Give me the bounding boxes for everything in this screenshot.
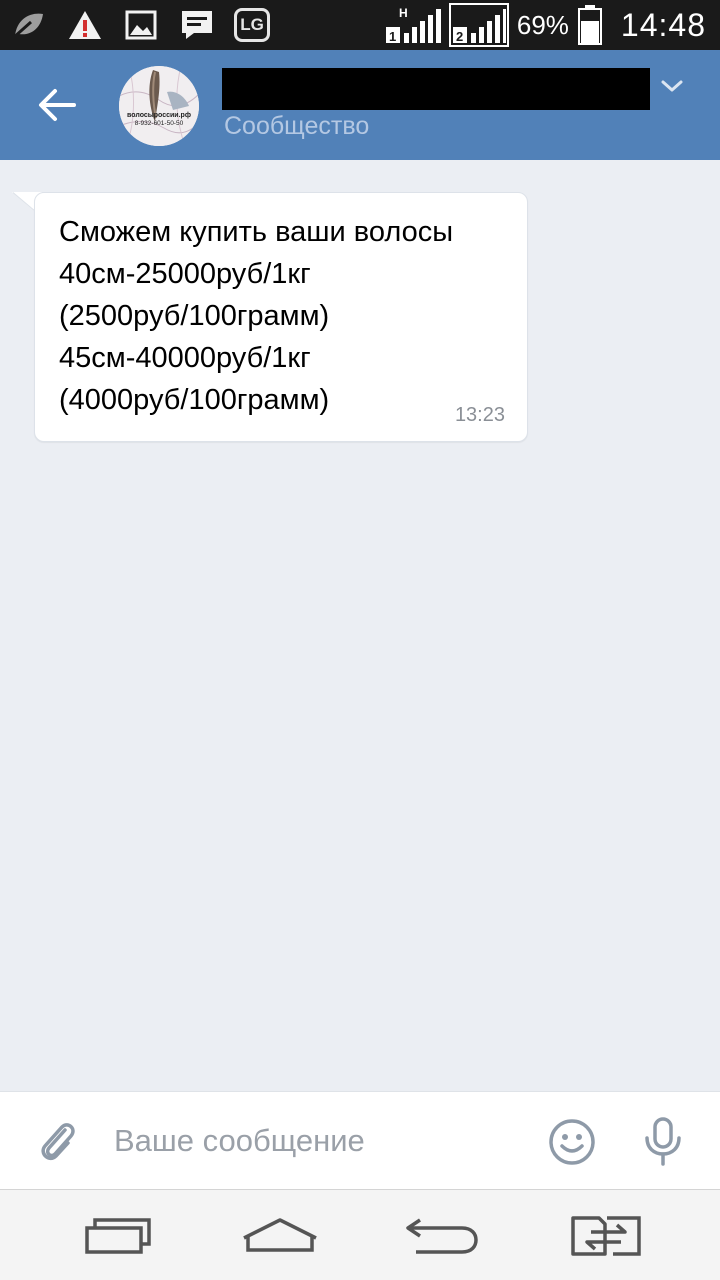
microphone-icon bbox=[645, 1117, 681, 1166]
home-icon bbox=[243, 1218, 317, 1252]
battery-percent: 69% bbox=[516, 9, 569, 40]
lg-icon: LG bbox=[234, 8, 270, 42]
message-composer bbox=[0, 1091, 720, 1189]
community-avatar[interactable]: волосыроссии.рф 8-932-601-50-50 bbox=[119, 66, 199, 146]
smiley-icon bbox=[549, 1119, 595, 1165]
leaf-icon bbox=[10, 7, 48, 43]
message-icon bbox=[178, 7, 216, 43]
chat-subtitle: Сообщество bbox=[224, 112, 370, 140]
voice-message-button[interactable] bbox=[636, 1112, 690, 1170]
message-line: 40см-25000руб/1кг bbox=[59, 258, 311, 290]
status-notifications: LG bbox=[10, 6, 270, 44]
message-line: (2500руб/100грамм) bbox=[59, 300, 330, 332]
network-badge: H bbox=[399, 6, 408, 20]
gallery-icon bbox=[122, 7, 160, 43]
sim2-label: 2 bbox=[456, 29, 463, 44]
sim1-label: 1 bbox=[389, 29, 396, 44]
recents-icon bbox=[85, 1218, 151, 1254]
back-arrow-icon bbox=[39, 89, 76, 121]
dual-window-icon bbox=[571, 1216, 641, 1256]
battery-icon bbox=[577, 5, 603, 45]
message-input[interactable] bbox=[114, 1116, 524, 1166]
back-button[interactable] bbox=[28, 76, 86, 134]
sim1-signal-icon: H 1 bbox=[385, 6, 441, 44]
attach-button[interactable] bbox=[32, 1116, 82, 1166]
message-text: Сможем купить ваши волосы 40см-25000руб/… bbox=[59, 211, 519, 421]
back-nav-button[interactable] bbox=[400, 1208, 484, 1264]
message-line: (4000руб/100грамм) bbox=[59, 384, 330, 416]
message-bubble[interactable]: Сможем купить ваши волосы 40см-25000руб/… bbox=[34, 192, 528, 442]
avatar-site: волосыроссии.рф bbox=[127, 112, 191, 119]
home-button[interactable] bbox=[238, 1208, 322, 1264]
back-nav-icon bbox=[406, 1218, 478, 1254]
avatar-phone: 8-932-601-50-50 bbox=[135, 120, 184, 127]
paperclip-icon bbox=[41, 1123, 75, 1161]
chevron-down-icon[interactable] bbox=[658, 76, 686, 96]
message-line: Сможем купить ваши волосы bbox=[59, 216, 454, 248]
status-system: H 1 2 69% 14:48 bbox=[385, 0, 706, 50]
message-time: 13:23 bbox=[454, 404, 505, 426]
recents-button[interactable] bbox=[76, 1208, 160, 1264]
dual-window-button[interactable] bbox=[564, 1208, 648, 1264]
warning-icon bbox=[66, 7, 104, 43]
clock: 14:48 bbox=[620, 6, 706, 43]
chat-title-redacted[interactable] bbox=[222, 68, 650, 110]
emoji-button[interactable] bbox=[546, 1116, 598, 1168]
system-nav-bar bbox=[0, 1189, 720, 1280]
status-bar: LG H 1 2 69% 14:48 bbox=[0, 0, 720, 50]
message-line: 45см-40000руб/1кг bbox=[59, 342, 311, 374]
sim2-signal-icon: 2 bbox=[448, 3, 509, 47]
chat-header: волосыроссии.рф 8-932-601-50-50 Сообщест… bbox=[0, 50, 720, 160]
